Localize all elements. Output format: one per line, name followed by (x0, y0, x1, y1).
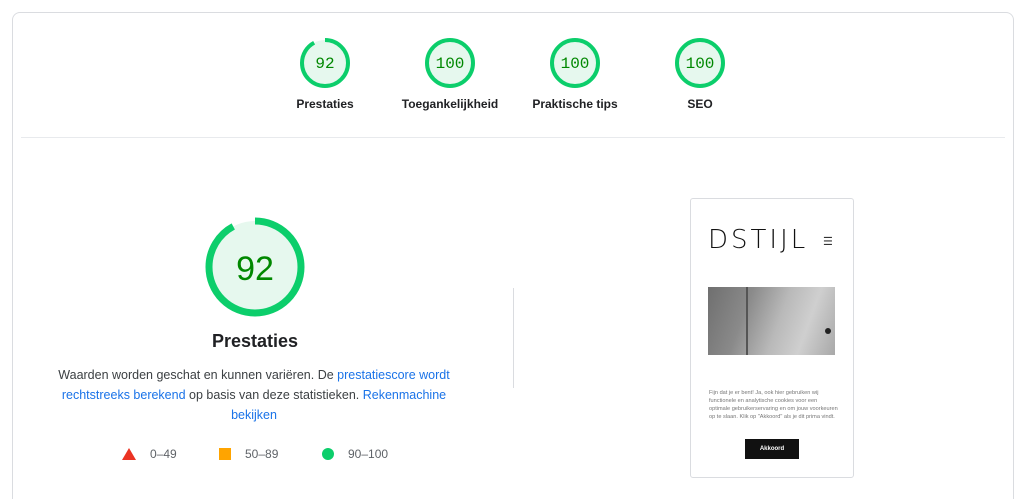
score-legend: 0–49 50–89 90–100 (13, 447, 513, 467)
category-gauges: 92 Prestaties 100 Toegankelijkheid 100 P… (13, 13, 1015, 137)
score-gauge-icon: 100 (550, 38, 600, 88)
main-score-value: 92 (236, 250, 274, 288)
score-gauge-icon: 100 (425, 38, 475, 88)
gauge-performance[interactable]: 92 Prestaties (255, 37, 395, 111)
gauge-best-practices[interactable]: 100 Praktische tips (505, 37, 645, 111)
score-gauge-icon: 92 (300, 38, 350, 88)
section-divider (21, 137, 1005, 138)
score-description: Waarden worden geschat en kunnen variëre… (58, 368, 450, 422)
svg-text:100: 100 (561, 55, 590, 73)
svg-text:100: 100 (686, 55, 715, 73)
gauge-label: Toegankelijkheid (401, 97, 499, 111)
site-logo: DSTIJL (708, 225, 809, 255)
gauge-accessibility[interactable]: 100 Toegankelijkheid (380, 37, 520, 111)
legend-item-fail: 0–49 (122, 447, 177, 461)
hamburger-icon: ☰ (823, 236, 833, 248)
cookie-text: Fijn dat je er bent! Ja, ook hier gebrui… (709, 390, 838, 420)
hero-image (708, 287, 835, 355)
triangle-icon (122, 448, 136, 460)
score-gauge-icon: 100 (675, 38, 725, 88)
report-card: 92 Prestaties 100 Toegankelijkheid 100 P… (12, 12, 1014, 499)
main-score-gauge: 92 (205, 217, 305, 317)
gauge-label: Praktische tips (532, 97, 618, 111)
legend-item-average: 50–89 (219, 447, 278, 461)
gauge-label: SEO (687, 97, 713, 111)
accept-cookies-button: Akkoord (745, 439, 799, 459)
page-screenshot-preview[interactable]: DSTIJL ☰ Fijn dat je er bent! Ja, ook hi… (690, 198, 854, 478)
svg-text:100: 100 (436, 55, 465, 73)
svg-text:92: 92 (315, 55, 334, 73)
gauge-label: Prestaties (296, 97, 354, 111)
vertical-divider (513, 288, 514, 388)
legend-item-pass: 90–100 (322, 447, 388, 461)
gauge-seo[interactable]: 100 SEO (630, 37, 770, 111)
square-icon (219, 448, 231, 460)
circle-icon (322, 448, 334, 460)
main-title: Prestaties (211, 331, 299, 351)
